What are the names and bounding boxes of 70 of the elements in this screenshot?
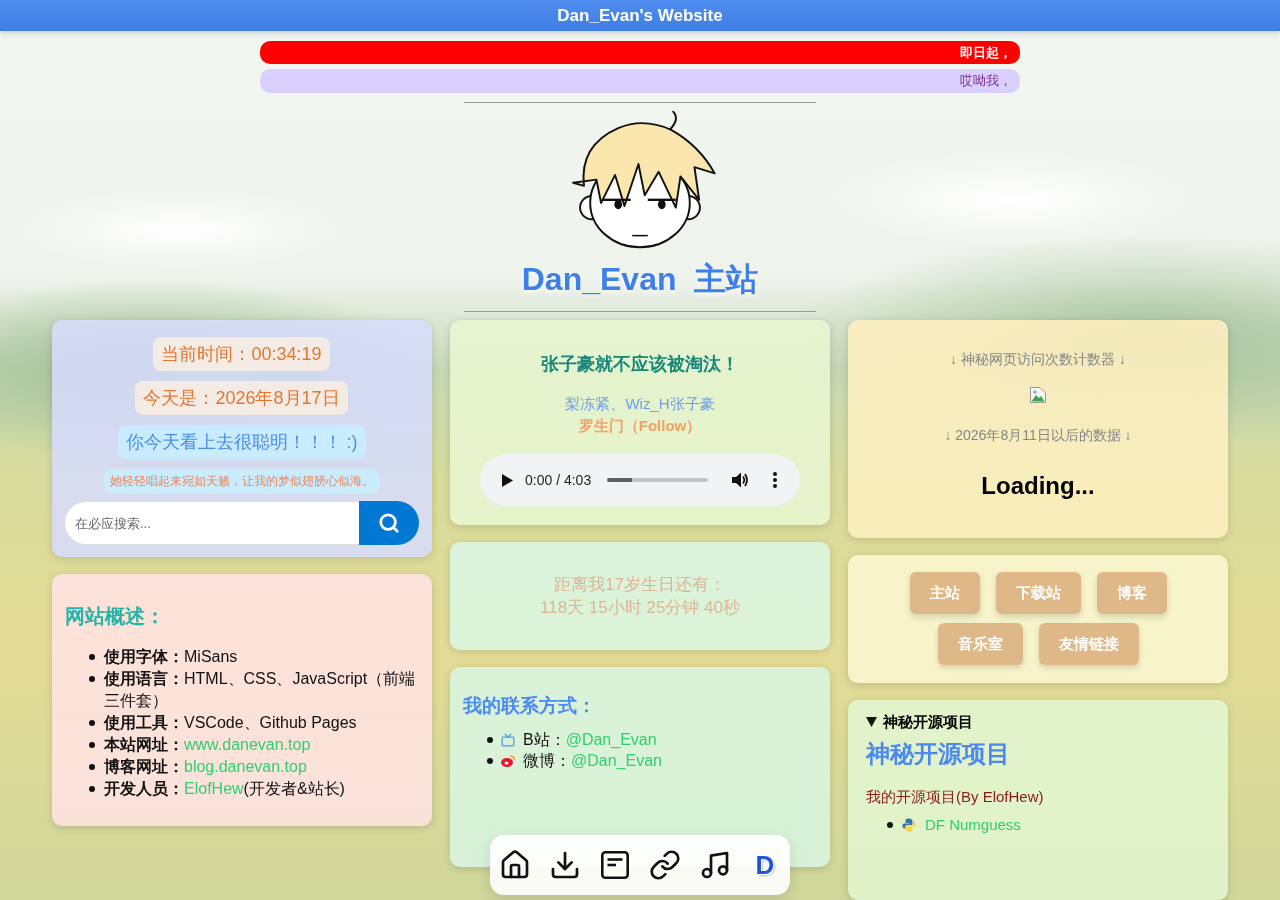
tv-icon (501, 733, 515, 747)
disclosure-summary[interactable]: 神秘开源项目 (866, 712, 973, 732)
time-text: 0:00 / 4:03 (525, 472, 592, 488)
text-link[interactable]: ElofHew (184, 780, 244, 797)
play-icon (502, 473, 513, 487)
site-logo[interactable]: D (755, 850, 775, 880)
bullet-icon (487, 757, 493, 764)
projects-description: 我的开源项目(By ElofHew) (866, 787, 1044, 807)
bullet-icon (89, 786, 95, 792)
volume-button[interactable] (732, 472, 750, 488)
logo-icon (902, 818, 916, 832)
contact-item: 微博：@Dan_Evan (523, 751, 662, 771)
lyric-text: 她轻轻唱起来宛如天籁，让我的梦似翅膀心似海。 (103, 469, 380, 494)
more-icon (773, 472, 778, 488)
announcement-text: 即日起， (960, 43, 1012, 62)
bullet-icon (89, 720, 95, 726)
text-link[interactable]: blog.danevan.top (184, 758, 307, 775)
info-text: 当前时间：00:34:19 (153, 337, 330, 371)
bullet-icon (89, 742, 95, 748)
volume-icon (732, 472, 750, 488)
text-link[interactable]: www.danevan.top (184, 736, 311, 753)
bullet-icon (487, 736, 493, 743)
bullet-icon (89, 676, 95, 682)
about-item: 博客网址：blog.danevan.top (104, 757, 307, 777)
about-item: 使用语言：HTML、CSS、JavaScript（前端三件套） (104, 669, 417, 711)
bullet-icon (89, 764, 95, 770)
document-icon[interactable] (601, 851, 629, 879)
nav-button[interactable]: 友情链接 (1038, 623, 1139, 665)
bullet-icon (887, 822, 893, 828)
site-title: Dan_Evan's Website (557, 5, 723, 26)
countdown-text: 118天 15小时 25分钟 40秒 (540, 597, 740, 619)
song-title: 张子豪就不应该被淘汰！ (541, 353, 739, 376)
search-button[interactable] (359, 501, 419, 545)
contact-item: B站：@Dan_Evan (523, 730, 657, 750)
profile-link[interactable]: @Dan_Evan (571, 752, 662, 769)
play-button[interactable] (502, 473, 513, 487)
song-name: 罗生门（Follow） (578, 416, 702, 436)
search-field[interactable]: 在必应搜索... (64, 501, 359, 545)
nav-button[interactable]: 主站 (909, 572, 980, 614)
nav-button[interactable]: 下载站 (995, 572, 1081, 614)
loading-text: Loading... (981, 471, 1095, 501)
about-item: 使用工具：VSCode、Github Pages (104, 713, 357, 733)
projects-heading: 神秘开源项目 (866, 739, 1010, 769)
about-item: 开发人员：ElofHew(开发者&站长) (104, 779, 345, 799)
about-item: 使用字体：MiSans (104, 647, 238, 667)
page-title: Dan_Evan 主站 (521, 260, 759, 300)
broken-image-icon (1030, 387, 1046, 403)
profile-link[interactable]: @Dan_Evan (565, 731, 657, 748)
music-note-icon[interactable] (699, 849, 731, 881)
nav-button[interactable]: 音乐室 (937, 623, 1023, 665)
announcement-text: 哎呦我， (960, 72, 1012, 91)
counter-title: ↓ 神秘网页访问次数计数器 ↓ (950, 350, 1126, 369)
bullet-icon (89, 654, 95, 660)
search-icon (378, 512, 400, 534)
download-icon[interactable] (549, 849, 581, 881)
counter-note: ↓ 2026年8月11日以后的数据 ↓ (944, 426, 1132, 445)
countdown-text: 距离我17岁生日还有： (554, 574, 726, 596)
about-item: 本站网址：www.danevan.top (104, 735, 311, 755)
more-button[interactable] (773, 472, 778, 488)
home-icon[interactable] (499, 849, 531, 881)
info-text: 你今天看上去很聪明！！！ :) (117, 425, 366, 459)
song-artists: 梨冻紧、Wiz_H张子豪 (565, 394, 715, 414)
link-icon[interactable] (649, 849, 681, 881)
contact-heading: 我的联系方式： (463, 694, 596, 718)
progress-track[interactable] (607, 478, 709, 482)
info-text: 今天是：2026年8月17日 (135, 381, 348, 415)
about-heading: 网站概述： (65, 604, 165, 629)
project-link[interactable]: DF Numguess (925, 816, 1021, 833)
nav-button[interactable]: 博客 (1096, 572, 1167, 614)
logo-icon (501, 755, 515, 767)
